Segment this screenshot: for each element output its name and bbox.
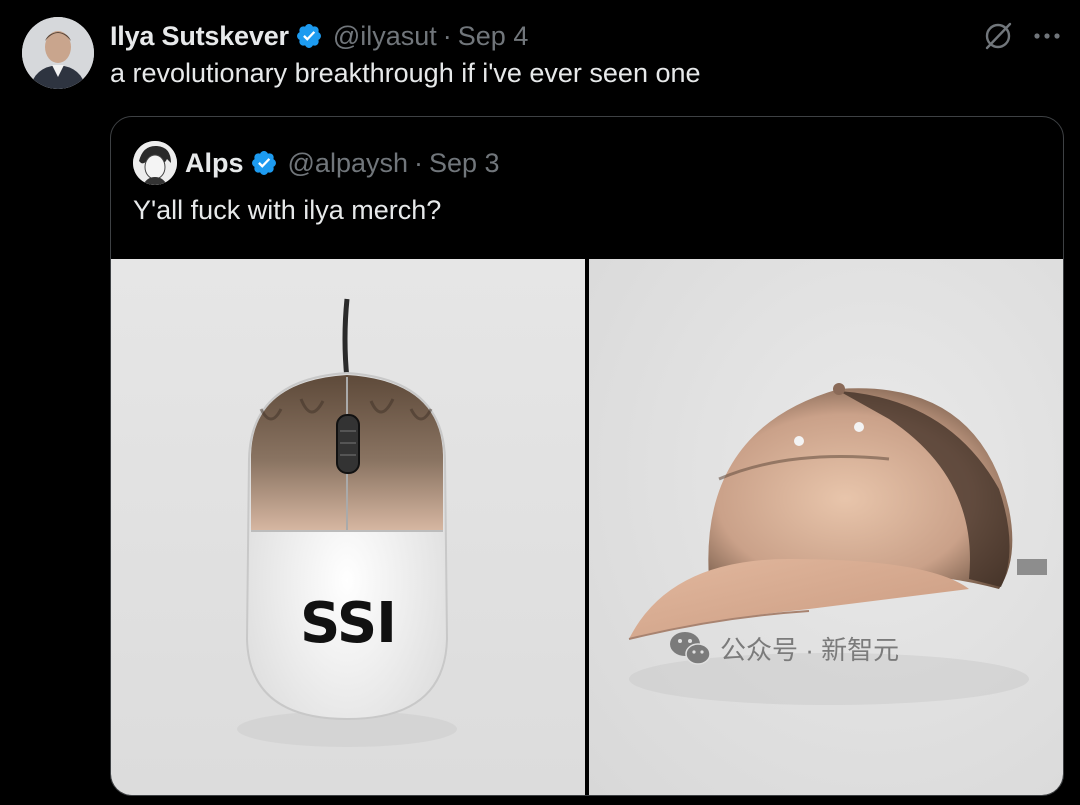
grok-icon[interactable] [982,20,1014,52]
verified-badge-icon [296,24,321,48]
separator-dot: · [414,147,423,178]
separator-dot: · [442,20,452,51]
author-name[interactable]: Ilya Sutskever [110,21,289,52]
post-date[interactable]: Sep 4 [458,21,529,52]
tweet: Ilya Sutskever @ilyasut · Sep 4 a revolu… [0,0,1080,805]
quoted-avatar[interactable] [133,141,177,185]
more-icon[interactable] [1030,22,1064,50]
watermark-text: 公众号 · 新智元 [720,634,900,665]
avatar[interactable] [22,17,94,89]
quoted-author-handle[interactable]: @alpaysh [288,148,408,179]
mouse-image[interactable]: SSI [111,259,585,795]
tweet-text: a revolutionary breakthrough if i've eve… [110,58,701,88]
watermark: 公众号 · 新智元 [668,626,899,670]
mouse-brand-text: SSI [300,591,397,656]
author-handle[interactable]: @ilyasut [333,21,437,52]
quoted-author-name[interactable]: Alps [185,148,244,179]
tweet-header: Ilya Sutskever @ilyasut · Sep 4 [110,16,528,56]
quoted-tweet-header: Alps @alpaysh · Sep 3 [133,141,500,185]
cap-image[interactable] [589,259,1063,795]
quoted-tweet-text: Y'all fuck with ilya merch? [133,195,442,225]
verified-badge-icon [251,151,276,175]
media-grid: SSI [111,259,1063,795]
quoted-tweet[interactable]: Alps @alpaysh · Sep 3 Y'all fuck with il… [110,116,1064,796]
wechat-icon [670,632,711,665]
quoted-post-date[interactable]: Sep 3 [429,148,500,179]
